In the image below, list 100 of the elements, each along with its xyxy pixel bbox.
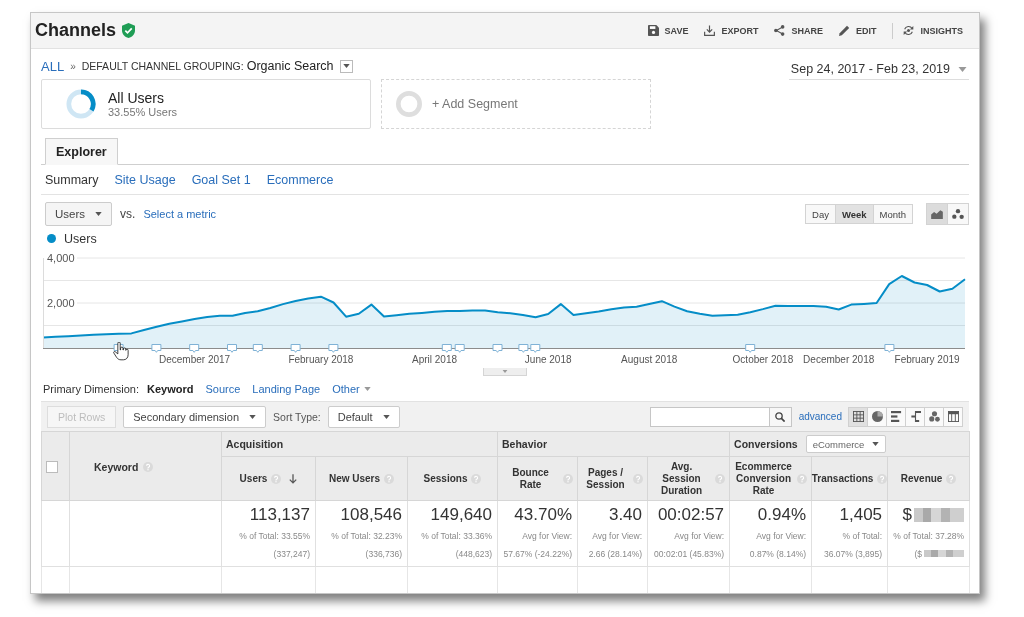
date-range-picker[interactable]: Sep 24, 2017 - Feb 23, 2019 <box>788 60 969 80</box>
caret-icon <box>249 414 257 419</box>
total-value: 1,405 <box>839 505 883 525</box>
select-all-checkbox[interactable] <box>46 460 58 473</box>
y-axis-label: 4,000 <box>47 252 75 264</box>
comparison-view-button[interactable] <box>905 406 925 427</box>
y-axis-label: 2,000 <box>47 297 75 309</box>
report-subtab[interactable]: Goal Set 1 <box>191 173 251 187</box>
column-header[interactable]: Users <box>239 472 268 485</box>
advanced-link[interactable]: advanced <box>798 411 842 422</box>
save-button[interactable]: SAVE <box>647 23 689 38</box>
caret-icon <box>502 370 508 373</box>
pencil-icon <box>838 25 850 36</box>
share-icon <box>774 25 786 36</box>
column-group-label: Acquisition <box>226 438 284 450</box>
search-field[interactable] <box>649 406 770 427</box>
column-header[interactable]: Keyword <box>94 461 139 473</box>
column-header[interactable]: Sessions <box>423 472 468 485</box>
report-tab[interactable]: Explorer <box>45 138 118 165</box>
total-detail: % of Total: 37.28% ($ <box>893 531 965 560</box>
x-axis-label: August 2018 <box>621 354 678 365</box>
x-axis-label: December 2018 <box>803 354 875 365</box>
total-value: 149,640 <box>430 505 493 525</box>
total-detail: % of Total: 36.07% (3,895) <box>823 531 883 560</box>
legend-label: Users <box>64 231 97 246</box>
performance-view-button[interactable] <box>886 406 906 427</box>
conversion-type-dropdown[interactable]: eCommerce <box>805 435 887 453</box>
total-value: $ <box>902 505 913 525</box>
grid-icon <box>852 411 864 422</box>
column-group-label: Conversions <box>734 438 798 450</box>
report-subtab[interactable]: Summary <box>45 173 99 187</box>
caret-icon <box>95 212 103 216</box>
circular-arrows-icon <box>903 25 915 36</box>
total-detail: Avg for View: 2.66 (28.14%) <box>588 531 643 560</box>
bubbles-icon <box>952 209 964 219</box>
total-value: 108,546 <box>340 505 402 525</box>
dimension-option[interactable]: Landing Page <box>252 383 321 395</box>
collapse-handle[interactable] <box>483 368 527 376</box>
dimension-dropdown[interactable] <box>339 59 353 73</box>
granularity-button[interactable]: Week <box>834 204 874 224</box>
caret-icon <box>342 64 350 68</box>
export-button[interactable]: EXPORT <box>704 23 759 38</box>
download-icon <box>704 25 716 36</box>
report-subtab[interactable]: Site Usage <box>114 173 176 187</box>
dimension-option[interactable]: Other <box>332 383 371 395</box>
caret-icon <box>363 387 371 391</box>
edit-button[interactable]: EDIT <box>838 23 877 38</box>
report-subtab[interactable]: Ecommerce <box>266 173 334 187</box>
metric-dropdown[interactable]: Users <box>45 202 113 226</box>
sort-type-dropdown[interactable]: Default <box>327 405 400 428</box>
column-header[interactable]: Revenue <box>900 472 943 485</box>
dimension-value: Organic Search <box>246 59 334 73</box>
dots-cluster-icon <box>928 411 940 422</box>
total-value: 113,137 <box>249 505 310 525</box>
granularity-button[interactable]: Month <box>872 204 913 224</box>
insights-button[interactable]: INSIGHTS <box>903 23 963 38</box>
total-detail: Avg for View: 0.87% (8.14%) <box>749 531 807 560</box>
total-value: 00:02:57 <box>657 505 725 525</box>
total-detail: Avg for View: 57.67% (-24.22%) <box>503 531 573 560</box>
search-icon <box>775 411 786 422</box>
all-link[interactable]: ALL <box>41 58 65 74</box>
segment-card[interactable]: All Users 33.55% Users <box>41 79 371 129</box>
select-metric-link[interactable]: Select a metric <box>143 208 217 220</box>
breadcrumb-separator: » <box>70 60 76 72</box>
segment-name: All Users <box>108 90 165 106</box>
caret-icon <box>872 442 880 446</box>
total-value: 43.70% <box>514 505 573 525</box>
total-detail: % of Total: 32.23% (336,736) <box>331 531 402 560</box>
area-chart-icon <box>931 209 943 219</box>
add-segment-button[interactable]: + Add Segment <box>381 79 651 129</box>
x-axis-label: June 2018 <box>524 354 572 365</box>
table-view-button[interactable] <box>848 406 868 427</box>
caret-icon <box>382 414 390 419</box>
total-detail: Avg for View: 00:02:01 (45.83%) <box>654 531 725 560</box>
motion-chart-button[interactable] <box>947 203 969 225</box>
sort-type-label: Sort Type: <box>273 410 321 423</box>
x-axis-label: February 2019 <box>894 354 960 365</box>
secondary-dimension-dropdown[interactable]: Secondary dimension <box>123 405 267 428</box>
granularity-button[interactable]: Day <box>805 204 836 224</box>
vs-label: vs. <box>120 207 136 221</box>
search-button[interactable] <box>769 406 792 427</box>
dimension-option[interactable]: Keyword <box>146 383 194 395</box>
share-button[interactable]: SHARE <box>774 23 823 38</box>
term-cloud-view-button[interactable] <box>924 406 944 427</box>
segment-detail: 33.55% Users <box>108 106 178 118</box>
total-value: 3.40 <box>608 505 643 525</box>
shield-check-icon <box>122 23 136 38</box>
page-title: Channels <box>35 20 117 41</box>
pivot-view-button[interactable] <box>943 406 963 427</box>
primary-dimension-label: Primary Dimension: <box>43 383 139 395</box>
pie-view-button[interactable] <box>867 406 887 427</box>
column-header[interactable]: New Users <box>328 472 381 485</box>
dimension-option[interactable]: Source <box>205 383 241 395</box>
sort-arrow-icon[interactable] <box>289 473 298 484</box>
dimension-label: DEFAULT CHANNEL GROUPING: <box>81 60 244 72</box>
line-chart-button[interactable] <box>926 203 948 225</box>
comparison-bars-icon <box>909 411 921 422</box>
x-axis-label: April 2018 <box>412 354 457 365</box>
bar-chart-icon <box>890 411 902 422</box>
total-detail: % of Total: 33.55% (337,247) <box>239 531 310 560</box>
